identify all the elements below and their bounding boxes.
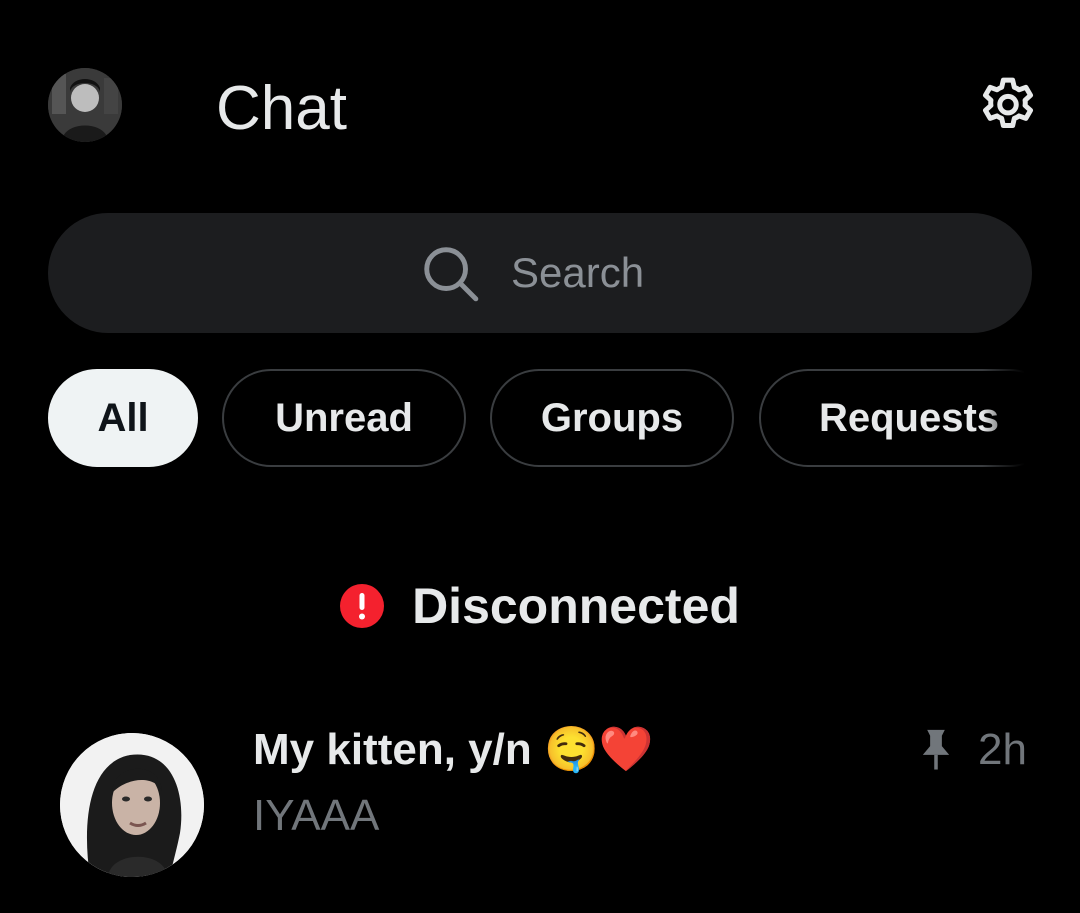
filter-chip-requests[interactable]: Requests (759, 369, 1032, 467)
conversation-row[interactable]: My kitten, y/n 🤤❤️ IYAAA 2h (0, 700, 1080, 913)
filter-chip-unread[interactable]: Unread (222, 369, 466, 467)
header: Chat (0, 0, 1080, 200)
settings-button[interactable] (970, 68, 1046, 144)
message-preview: IYAAA (253, 791, 380, 840)
connection-status: Disconnected (0, 570, 1080, 642)
pin-icon (922, 729, 950, 770)
conversation-timestamp: 2h (978, 725, 1027, 774)
profile-avatar[interactable] (48, 68, 122, 142)
filter-chips: All Unread Groups Requests (48, 369, 1032, 467)
filter-chip-all[interactable]: All (48, 369, 198, 467)
conversation-name: My kitten, y/n 🤤❤️ (253, 725, 654, 774)
conversation-avatar (60, 733, 204, 877)
chat-screen: Chat All Unread Groups Requests (0, 0, 1080, 913)
alert-icon (340, 584, 385, 628)
status-text: Disconnected (412, 578, 740, 634)
filter-chip-groups[interactable]: Groups (490, 369, 734, 467)
avatar-image (48, 68, 122, 142)
search-bar[interactable] (48, 213, 1032, 333)
avatar-image (60, 733, 204, 877)
search-icon (424, 247, 479, 302)
search-input[interactable] (511, 249, 661, 297)
page-title: Chat (216, 74, 347, 143)
gear-icon (982, 77, 1034, 128)
